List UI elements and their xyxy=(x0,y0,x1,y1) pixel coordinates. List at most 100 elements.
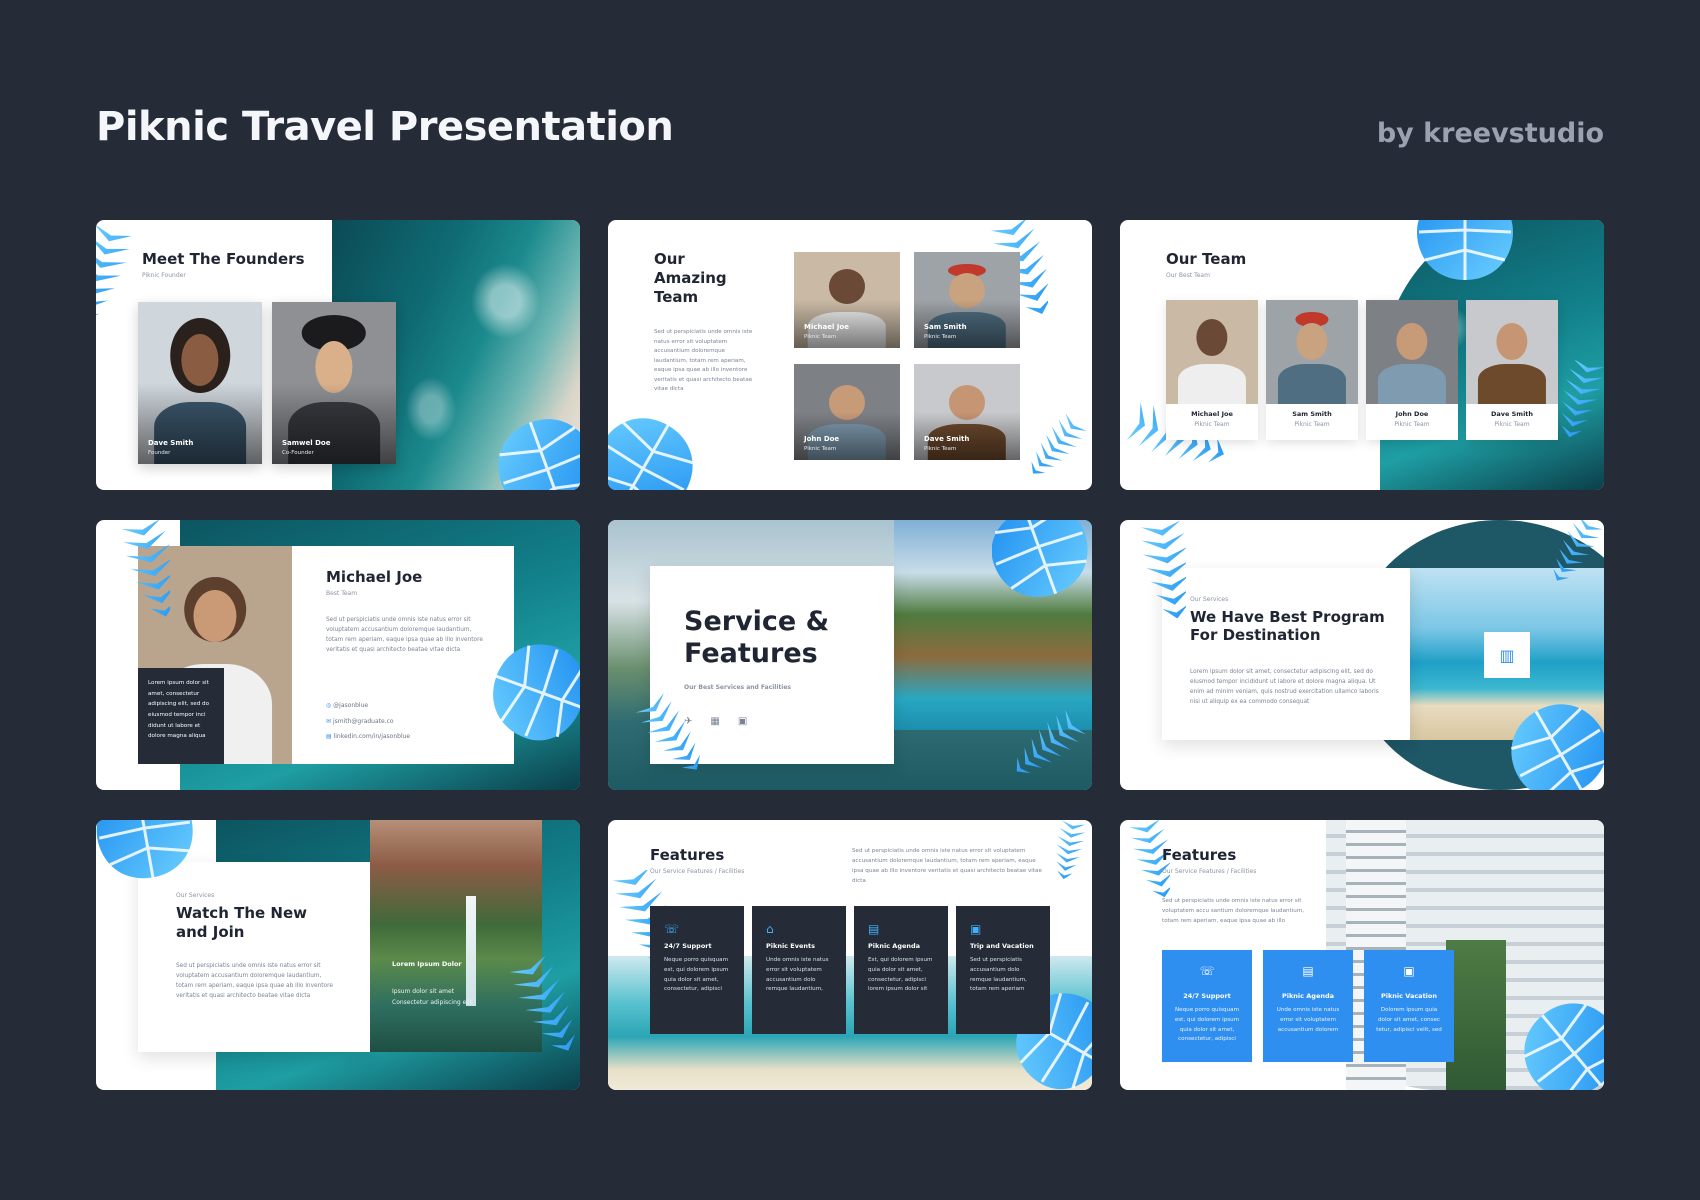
team-member-role: Piknic Team xyxy=(1394,421,1430,428)
feature-card[interactable]: ☏ 24/7 Support Neque porro quisquam est,… xyxy=(1162,950,1252,1062)
luggage-icon[interactable]: ▣ xyxy=(738,716,747,727)
team-card[interactable]: Michael Joe Piknic Team xyxy=(794,252,900,348)
monstera-leaf-icon xyxy=(96,820,202,888)
slide-body-text: Sed ut perspiciatis unde omnis iste natu… xyxy=(1162,898,1305,925)
slide-amazing-team[interactable]: Our Amazing Team Sed ut perspiciatis unde … xyxy=(608,220,1092,490)
building-icon[interactable]: ▦ xyxy=(710,716,719,727)
slide-title: Meet The Founders xyxy=(142,250,305,268)
slide-watch-new[interactable]: Our Services Watch The New and Join Sed u… xyxy=(96,820,580,1090)
slide-title: Service & Features xyxy=(684,606,830,670)
email-icon: ✉ xyxy=(326,717,332,725)
instagram-icon: ◎ xyxy=(326,702,332,709)
feature-card[interactable]: ▤ Piknic Agenda Unde omnis iste natus er… xyxy=(1263,950,1353,1062)
social-link[interactable]: ✉ jsmith@graduate.co xyxy=(326,714,410,730)
social-link[interactable]: ▤ linkedin.com/in/jasonblue xyxy=(326,729,410,745)
feature-text: Unde omnis iste natus error sit voluptat… xyxy=(766,957,829,993)
feature-cards: ☏ 24/7 Support Neque porro quisquam est,… xyxy=(650,906,1050,1034)
team-member-role: Piknic Team xyxy=(1194,421,1230,428)
feature-title: Piknic Events xyxy=(766,942,815,950)
plane-icon[interactable]: ✈ xyxy=(684,716,692,727)
team-card[interactable]: Dave Smith Piknic Team xyxy=(914,364,1020,460)
founder-card[interactable]: Dave Smith Founder xyxy=(138,302,262,464)
monstera-leaf-icon xyxy=(480,630,580,750)
fern-leaf-icon xyxy=(504,950,576,1080)
team-card[interactable]: Sam Smith Piknic Team xyxy=(1266,300,1358,440)
team-member-name: Michael Joe Piknic Team xyxy=(804,323,849,340)
slide-features-dark[interactable]: Features Our Service Features / Faciliti… xyxy=(608,820,1092,1090)
team-card[interactable]: John Doe Piknic Team xyxy=(1366,300,1458,440)
feature-cards: ☏ 24/7 Support Neque porro quisquam est,… xyxy=(1162,950,1454,1062)
luggage-icon: ▣ xyxy=(970,922,982,936)
slide-body-text: Sed ut perspiciatis unde omnis iste natu… xyxy=(176,963,333,999)
slide-body-text: Sed ut perspiciatis unde omnis iste natu… xyxy=(654,329,753,392)
feature-text: Neque porro quisquam est, qui dolorem ip… xyxy=(664,957,729,993)
fern-leaf-icon xyxy=(1540,520,1604,602)
team-photo xyxy=(1466,300,1558,404)
feature-text: Dolorem ipsum quia dolor sit amet, conse… xyxy=(1376,1007,1442,1033)
luggage-icon: ▣ xyxy=(1403,964,1415,978)
slide-title: We Have Best Program For Destination xyxy=(1190,608,1385,644)
quote-box: Lorem ipsum dolor sit amet, consectetur … xyxy=(138,668,224,764)
team-photo xyxy=(1266,300,1358,404)
fern-leaf-icon xyxy=(631,690,718,790)
slide-subtitle: Our Service Features / Facilities xyxy=(650,868,745,875)
slide-best-program[interactable]: ▥ Our Services We Have Best Program For D… xyxy=(1120,520,1604,790)
team-photo xyxy=(1366,300,1458,404)
linkedin-icon: ▤ xyxy=(326,733,332,741)
feature-card[interactable]: ⌂ Piknic Events Unde omnis iste natus er… xyxy=(752,906,846,1034)
slide-title: Features xyxy=(650,846,725,864)
team-member-role: Piknic Team xyxy=(1294,421,1330,428)
team-member-name: Dave Smith xyxy=(1490,410,1534,418)
slide-title: Our Amazing Team xyxy=(654,250,727,306)
monstera-leaf-icon xyxy=(992,520,1092,610)
photo-caption-text: Ipsum dolor sit amet Consectetur adipisci… xyxy=(392,988,472,1007)
calendar-icon: ▤ xyxy=(868,922,880,936)
slide-kicker: Our Services xyxy=(176,892,215,899)
team-card[interactable]: Michael Joe Piknic Team xyxy=(1166,300,1258,440)
slide-our-team[interactable]: Our Team Our Best Team Michael Joe Pikni… xyxy=(1120,220,1604,490)
profile-bio: Sed ut perspiciatis unde omnis iste natu… xyxy=(326,617,483,653)
monstera-leaf-icon xyxy=(608,410,698,490)
feature-card[interactable]: ☏ 24/7 Support Neque porro quisquam est,… xyxy=(650,906,744,1034)
feature-title: Trip and Vacation xyxy=(970,942,1034,950)
feature-title: 24/7 Support xyxy=(664,942,712,950)
slide-michael-joe[interactable]: Lorem ipsum dolor sit amet, consectetur … xyxy=(96,520,580,790)
fern-leaf-icon xyxy=(1550,360,1604,459)
feature-card[interactable]: ▣ Trip and Vacation Sed ut perspiciatis … xyxy=(956,906,1050,1034)
social-link[interactable]: ◎ @jasonblue xyxy=(326,698,410,714)
profile-role: Best Team xyxy=(326,590,358,597)
team-member-name: John Doe xyxy=(1395,410,1429,418)
team-member-name: Sam Smith Piknic Team xyxy=(924,323,967,340)
slide-features-blue[interactable]: Features Our Service Features / Faciliti… xyxy=(1120,820,1604,1090)
byline: by kreevstudio xyxy=(1376,118,1604,149)
slide-title: Watch The New and Join xyxy=(176,904,307,941)
slide-subtitle: Our Best Services and Facilities xyxy=(684,684,791,691)
watch-card xyxy=(138,862,370,1052)
feature-card[interactable]: ▤ Piknic Agenda Est, qui dolorem ipsum q… xyxy=(854,906,948,1034)
team-photo xyxy=(1166,300,1258,404)
team-member-role: Piknic Team xyxy=(1494,421,1530,428)
social-links: ◎ @jasonblue ✉ jsmith@graduate.co ▤ link… xyxy=(326,698,410,745)
team-member-name: Michael Joe xyxy=(1191,410,1233,418)
fern-leaf-icon xyxy=(1136,520,1186,644)
map-icon[interactable]: ▥ xyxy=(1484,632,1530,678)
founder-card[interactable]: Samwel Doe Co-Founder xyxy=(272,302,396,464)
slide-kicker: Our Services xyxy=(1190,596,1229,603)
calendar-icon: ▤ xyxy=(1302,964,1314,978)
team-card[interactable]: Dave Smith Piknic Team xyxy=(1466,300,1558,440)
slide-grid: Meet The Founders Piknic Founder Dave Sm… xyxy=(96,220,1604,1090)
slide-body-text: Lorem ipsum dolor sit amet, consectetur … xyxy=(1190,669,1379,705)
feature-title: Piknic Agenda xyxy=(868,942,921,950)
team-member-name: Sam Smith xyxy=(1292,410,1332,418)
slide-service-features[interactable]: Service & Features Our Best Services and … xyxy=(608,520,1092,790)
feature-card[interactable]: ▣ Piknic Vacation Dolorem ipsum quia dol… xyxy=(1364,950,1454,1062)
slide-body-text: Sed ut perspiciatis unde omnis iste natu… xyxy=(852,848,1042,885)
team-card[interactable]: John Doe Piknic Team xyxy=(794,364,900,460)
monstera-leaf-icon xyxy=(1520,990,1604,1090)
team-card[interactable]: Sam Smith Piknic Team xyxy=(914,252,1020,348)
store-icon: ⌂ xyxy=(766,922,774,936)
monstera-leaf-icon xyxy=(496,410,580,490)
slide-subtitle: Our Best Team xyxy=(1166,272,1210,279)
slide-meet-founders[interactable]: Meet The Founders Piknic Founder Dave Sm… xyxy=(96,220,580,490)
phone-icon: ☏ xyxy=(664,922,680,936)
